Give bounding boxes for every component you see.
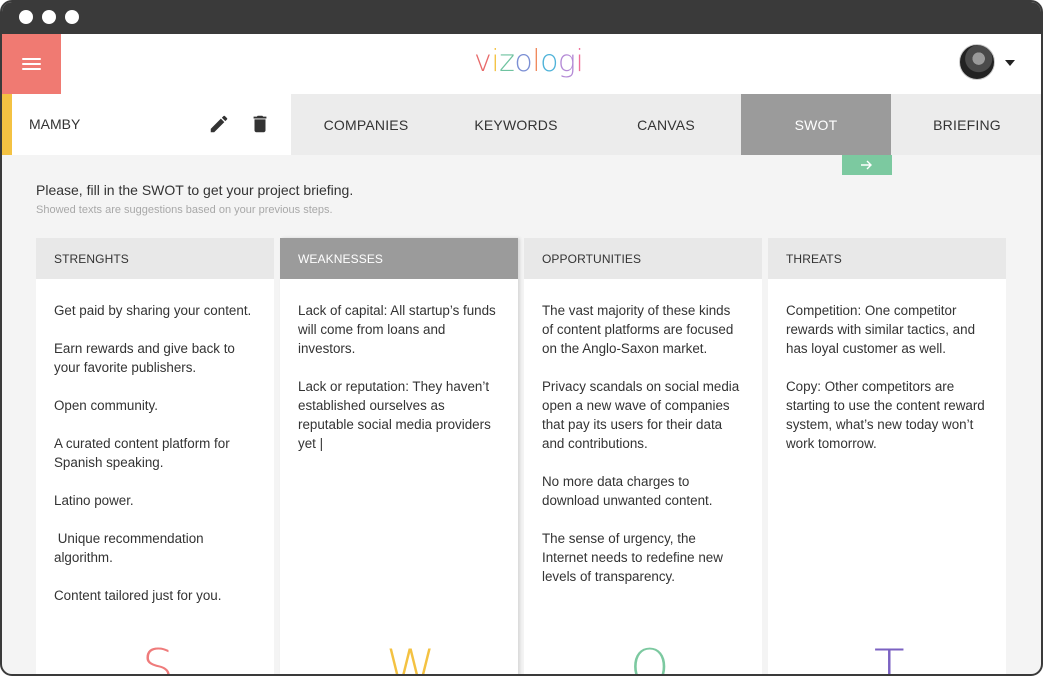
logo-letter: i bbox=[491, 44, 500, 79]
swot-letter: T bbox=[874, 639, 905, 676]
app-header: vizologi bbox=[2, 34, 1041, 94]
swot-column-opportunities: OPPORTUNITIES The vast majority of these… bbox=[524, 238, 762, 676]
threats-textarea[interactable]: Competition: One competitor rewards with… bbox=[768, 279, 1006, 453]
arrow-right-icon bbox=[861, 160, 872, 170]
tab-keywords[interactable]: KEYWORDS bbox=[441, 94, 591, 155]
trash-icon[interactable] bbox=[249, 113, 271, 135]
swot-instructions: Please, fill in the SWOT to get your pro… bbox=[36, 182, 354, 198]
column-heading: WEAKNESSES bbox=[280, 238, 518, 279]
swot-column-strengths: STRENGHTS Get paid by sharing your conte… bbox=[36, 238, 274, 676]
project-selector: MAMBY bbox=[2, 94, 291, 155]
swot-item: Latino power. bbox=[54, 493, 134, 508]
logo-letter: o bbox=[540, 44, 558, 79]
window-titlebar bbox=[2, 2, 1041, 34]
opportunities-textarea[interactable]: The vast majority of these kinds of cont… bbox=[524, 279, 762, 586]
swot-item: Earn rewards and give back to your favor… bbox=[54, 341, 235, 375]
column-heading: THREATS bbox=[768, 238, 1006, 279]
next-step-button[interactable] bbox=[842, 155, 892, 175]
project-name: MAMBY bbox=[29, 116, 81, 132]
strengths-textarea[interactable]: Get paid by sharing your content. Earn r… bbox=[36, 279, 274, 605]
swot-hint: Showed texts are suggestions based on yo… bbox=[36, 204, 333, 216]
user-avatar[interactable] bbox=[959, 44, 995, 80]
logo-letter: l bbox=[532, 44, 541, 79]
browser-window: vizologi MAMBY COMPANIES KEYWORDS CANVAS… bbox=[0, 0, 1043, 676]
window-close-dot[interactable] bbox=[19, 10, 33, 24]
swot-item: The vast majority of these kinds of cont… bbox=[542, 303, 734, 356]
swot-item: A curated content platform for Spanish s… bbox=[54, 436, 230, 470]
menu-button[interactable] bbox=[2, 34, 61, 94]
weaknesses-textarea[interactable]: Lack of capital: All startup’s funds wil… bbox=[280, 279, 518, 453]
column-heading: STRENGHTS bbox=[36, 238, 274, 279]
swot-item: Open community. bbox=[54, 398, 158, 413]
tab-canvas[interactable]: CANVAS bbox=[591, 94, 741, 155]
swot-item: Copy: Other competitors are starting to … bbox=[786, 379, 985, 451]
window-minimize-dot[interactable] bbox=[42, 10, 56, 24]
logo-letter: z bbox=[499, 44, 515, 79]
tab-briefing[interactable]: BRIEFING bbox=[891, 94, 1041, 155]
vizologi-logo[interactable]: vizologi bbox=[474, 44, 584, 80]
logo-letter: v bbox=[474, 44, 492, 79]
chevron-down-icon[interactable] bbox=[1005, 60, 1015, 66]
column-heading: OPPORTUNITIES bbox=[524, 238, 762, 279]
project-nav: MAMBY COMPANIES KEYWORDS CANVAS SWOT BRI… bbox=[2, 94, 1041, 155]
swot-item: Get paid by sharing your content. bbox=[54, 303, 252, 318]
tab-swot[interactable]: SWOT bbox=[741, 94, 891, 155]
swot-item: Lack of capital: All startup’s funds wil… bbox=[298, 303, 496, 356]
swot-item: Lack or reputation: They haven’t establi… bbox=[298, 379, 491, 451]
swot-item: The sense of urgency, the Internet needs… bbox=[542, 531, 723, 584]
pencil-icon[interactable] bbox=[208, 113, 230, 135]
swot-item: Privacy scandals on social media open a … bbox=[542, 379, 740, 451]
logo-letter: o bbox=[514, 44, 533, 79]
logo-letter: i bbox=[575, 44, 584, 79]
swot-letter: O bbox=[630, 639, 670, 676]
swot-letter: S bbox=[142, 639, 174, 676]
swot-item: Competition: One competitor rewards with… bbox=[786, 303, 976, 356]
swot-item: Unique recommendation algorithm. bbox=[54, 531, 208, 565]
logo-letter: g bbox=[557, 44, 576, 79]
swot-item: Content tailored just for you. bbox=[54, 588, 222, 603]
swot-column-threats: THREATS Competition: One competitor rewa… bbox=[768, 238, 1006, 676]
tab-companies[interactable]: COMPANIES bbox=[291, 94, 441, 155]
swot-item: No more data charges to download unwante… bbox=[542, 474, 713, 508]
window-maximize-dot[interactable] bbox=[65, 10, 79, 24]
swot-letter: W bbox=[386, 639, 436, 676]
hamburger-icon bbox=[22, 57, 41, 71]
swot-column-weaknesses: WEAKNESSES Lack of capital: All startup’… bbox=[280, 238, 518, 676]
